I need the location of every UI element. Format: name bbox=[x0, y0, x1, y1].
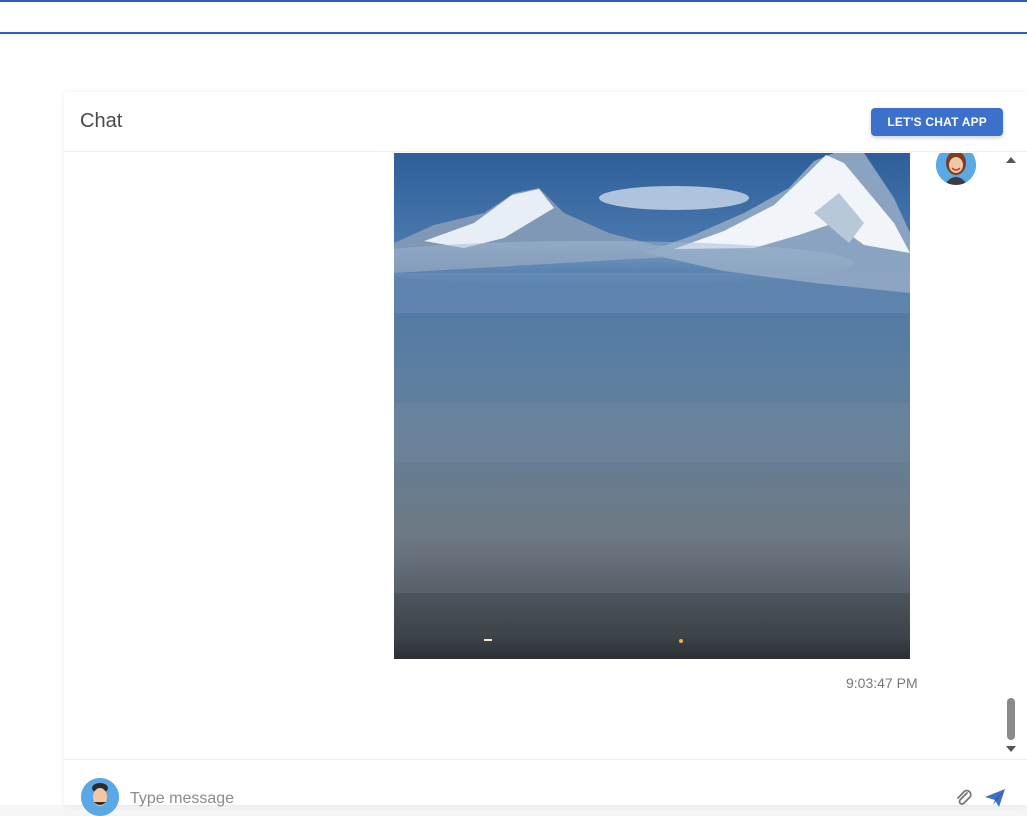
chat-card: Chat LET'S CHAT APP 9:03:47 PM Type mess… bbox=[64, 92, 1027, 816]
scroll-down-arrow-icon[interactable] bbox=[1006, 746, 1016, 752]
message-input[interactable] bbox=[128, 786, 912, 812]
messages-scrollbar[interactable] bbox=[1004, 153, 1018, 759]
chat-title: Chat bbox=[80, 110, 123, 132]
composer-bar bbox=[64, 759, 1027, 816]
woman-avatar-icon bbox=[936, 153, 976, 185]
message-image[interactable] bbox=[394, 153, 910, 659]
top-navbar bbox=[0, 0, 1027, 34]
user-avatar bbox=[81, 778, 119, 816]
scroll-up-arrow-icon[interactable] bbox=[1006, 157, 1016, 163]
paperclip-icon[interactable] bbox=[954, 788, 974, 808]
send-icon[interactable] bbox=[984, 788, 1006, 808]
scroll-thumb[interactable] bbox=[1007, 698, 1015, 740]
lets-chat-app-button[interactable]: LET'S CHAT APP bbox=[871, 107, 1003, 136]
man-avatar-icon bbox=[81, 778, 119, 816]
message-timestamp: 9:03:47 PM bbox=[846, 675, 918, 691]
mountain-photo bbox=[394, 153, 910, 659]
sender-avatar bbox=[936, 153, 976, 185]
messages-pane[interactable]: 9:03:47 PM bbox=[64, 153, 1027, 759]
chat-header: Chat LET'S CHAT APP bbox=[64, 92, 1027, 152]
